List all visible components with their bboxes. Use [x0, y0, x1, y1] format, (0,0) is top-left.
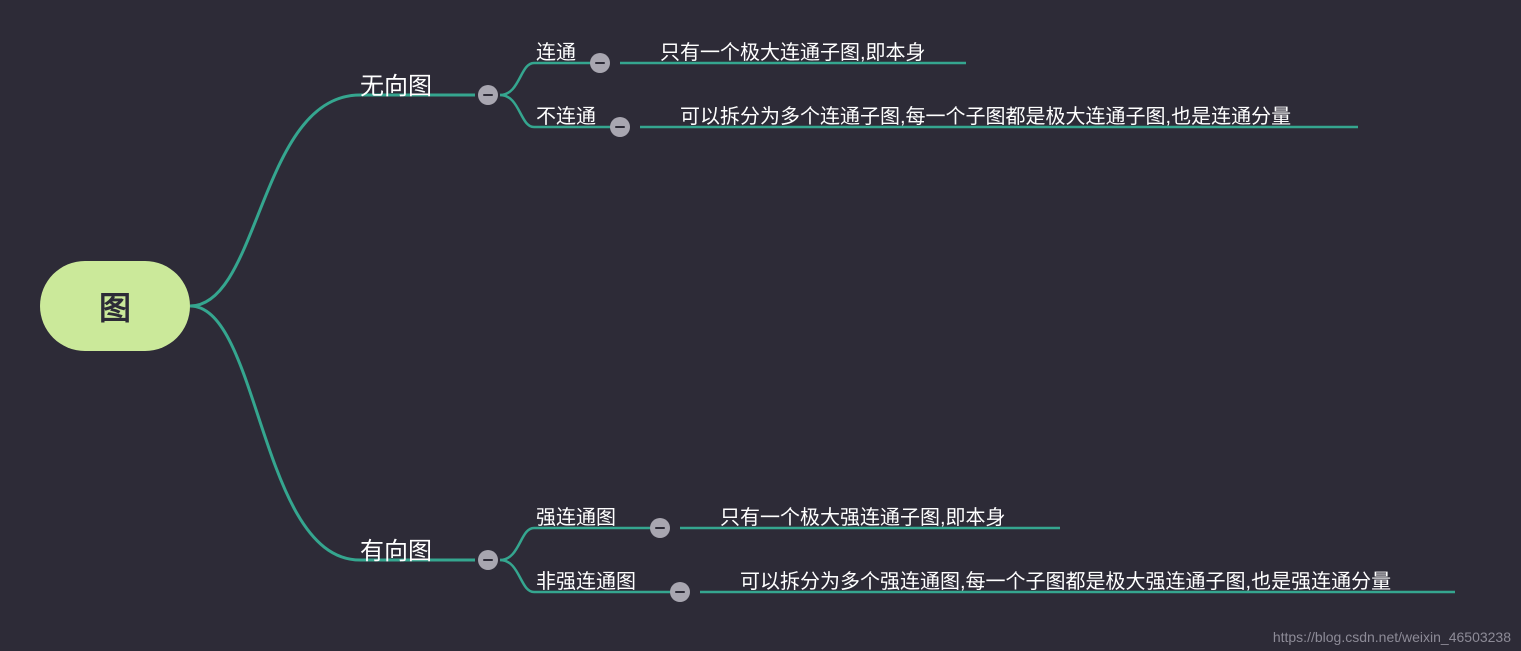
- collapse-icon[interactable]: [478, 85, 498, 105]
- root-label: 图: [99, 283, 131, 329]
- collapse-icon[interactable]: [478, 550, 498, 570]
- collapse-icon[interactable]: [670, 582, 690, 602]
- branch-undirected[interactable]: 无向图: [360, 66, 432, 101]
- leaf-connected-label: 连通: [536, 42, 576, 64]
- branch-directed-label: 有向图: [360, 538, 432, 565]
- watermark: https://blog.csdn.net/weixin_46503238: [1273, 629, 1511, 645]
- leaf-disconnected-desc: 可以拆分为多个连通子图,每一个子图都是极大连通子图,也是连通分量: [680, 100, 1291, 129]
- branch-directed[interactable]: 有向图: [360, 531, 432, 566]
- mindmap-connectors: [0, 0, 1521, 651]
- leaf-connected-desc: 只有一个极大连通子图,即本身: [660, 36, 926, 65]
- leaf-not-strongly[interactable]: 非强连通图: [536, 565, 636, 594]
- leaf-not-strongly-desc: 可以拆分为多个强连通图,每一个子图都是极大强连通子图,也是强连通分量: [740, 565, 1391, 594]
- branch-undirected-label: 无向图: [360, 73, 432, 100]
- collapse-icon[interactable]: [610, 117, 630, 137]
- leaf-strongly-desc: 只有一个极大强连通子图,即本身: [720, 501, 1006, 530]
- collapse-icon[interactable]: [650, 518, 670, 538]
- root-node[interactable]: 图: [40, 261, 190, 351]
- leaf-disconnected[interactable]: 不连通: [536, 100, 596, 129]
- collapse-icon[interactable]: [590, 53, 610, 73]
- leaf-not-strongly-label: 非强连通图: [536, 571, 636, 593]
- leaf-connected[interactable]: 连通: [536, 36, 576, 65]
- leaf-disconnected-label: 不连通: [536, 106, 596, 128]
- leaf-strongly[interactable]: 强连通图: [536, 501, 616, 530]
- leaf-strongly-label: 强连通图: [536, 507, 616, 529]
